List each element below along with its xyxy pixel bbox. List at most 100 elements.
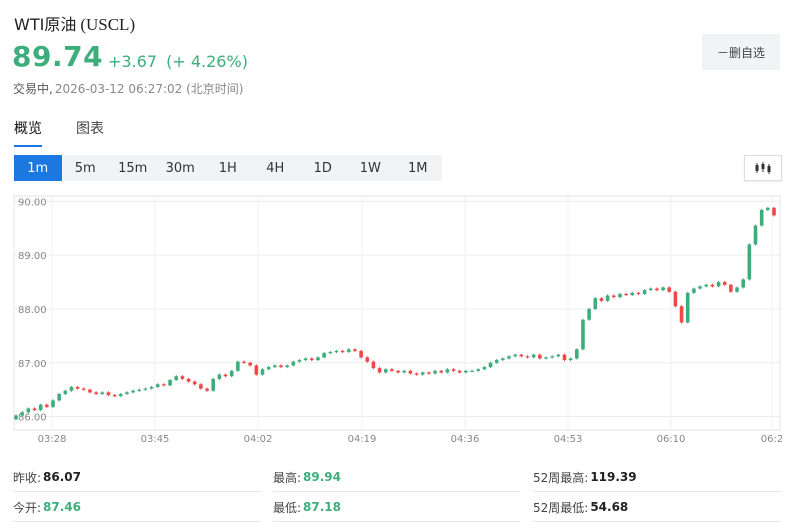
candle-body — [131, 390, 135, 393]
chart-type-button[interactable] — [744, 155, 782, 181]
candle-body — [605, 295, 610, 301]
candle-body — [57, 393, 61, 401]
candle-body — [266, 367, 271, 370]
candle-body — [729, 284, 733, 292]
candle-body — [501, 358, 505, 361]
candle-body — [316, 357, 320, 361]
candle-body — [544, 357, 548, 359]
candle-body — [353, 349, 357, 351]
candle-body — [482, 367, 487, 370]
candle-body — [346, 349, 351, 352]
candle-body — [556, 354, 561, 357]
candle-body — [685, 292, 690, 323]
status-label: 交易中, — [13, 82, 53, 96]
candle-body — [51, 400, 55, 407]
instrument-title: WTI原油 (USCL) — [14, 11, 135, 35]
range-15m[interactable]: 15m — [109, 155, 157, 181]
candle-body — [414, 373, 419, 375]
candle-body — [155, 384, 160, 387]
candle-body — [655, 288, 659, 291]
price-chart[interactable]: 90.0089.0088.0087.0086.0003:28 03:45 04:02… — [0, 190, 800, 450]
candle-body — [81, 388, 86, 390]
candle-body — [519, 354, 524, 357]
plot-frame — [13, 195, 781, 431]
candle-body — [562, 354, 567, 361]
candle-body — [593, 298, 598, 309]
candle-body — [149, 386, 154, 389]
candle-body — [291, 361, 296, 366]
candle-body — [14, 415, 18, 420]
candle-body — [642, 290, 647, 294]
tab-overview[interactable]: 概览 — [14, 118, 42, 147]
candle-body — [310, 358, 314, 361]
candle-body — [279, 365, 283, 368]
range-5m[interactable]: 5m — [62, 155, 110, 181]
candle-body — [753, 225, 758, 245]
candle-body — [112, 395, 117, 397]
y-tick-label: 90.00 — [18, 197, 47, 208]
range-1m[interactable]: 1m — [14, 155, 62, 181]
range-1w[interactable]: 1W — [347, 155, 395, 181]
candle-body — [118, 393, 123, 397]
candle-body — [88, 389, 92, 393]
candle-body — [661, 287, 665, 291]
candle-body — [328, 352, 333, 354]
candle-body — [772, 207, 776, 216]
range-1d[interactable]: 1D — [299, 155, 347, 181]
stat-label: 今开: — [13, 500, 42, 515]
x-tick-label: 03:28 — [38, 434, 67, 445]
range-1h[interactable]: 1H — [204, 155, 252, 181]
candle-body — [396, 370, 400, 373]
candle-body — [457, 370, 462, 373]
candle-body — [75, 386, 80, 389]
remove-watchlist-button[interactable]: －删自选 — [702, 34, 780, 70]
candle-body — [673, 291, 678, 307]
stat-high: 最高: 89.94 — [273, 462, 341, 492]
candle-body — [168, 379, 172, 386]
candle-body — [390, 369, 394, 371]
candle-body — [229, 370, 234, 377]
x-tick-label: 04:19 — [348, 434, 377, 445]
instrument-code: (USCL) — [80, 15, 136, 34]
candle-body — [180, 376, 185, 379]
candle-body — [248, 362, 252, 366]
candle-body — [698, 286, 702, 289]
candle-body — [63, 390, 68, 394]
tab-bar: 概览 图表 — [14, 118, 138, 147]
candle-body — [433, 370, 437, 374]
candle-body — [273, 365, 277, 368]
candle-body — [581, 319, 585, 350]
price-change: +3.67 (+ 4.26%) — [108, 52, 252, 71]
candle-body — [710, 284, 715, 287]
candle-body — [322, 353, 326, 358]
y-tick-label: 87.00 — [18, 359, 47, 370]
candle-body — [574, 349, 579, 359]
candle-body — [359, 350, 363, 358]
candle-body — [38, 404, 43, 411]
candle-body — [538, 354, 542, 359]
candle-body — [186, 378, 191, 382]
candle-body — [402, 370, 407, 373]
candle-body — [624, 293, 628, 296]
tab-chart[interactable]: 图表 — [76, 118, 104, 147]
candle-body — [217, 374, 222, 379]
candle-body — [94, 392, 98, 394]
candle-body — [383, 369, 388, 373]
range-30m[interactable]: 30m — [157, 155, 205, 181]
stat-label: 52周最高: — [533, 470, 589, 485]
range-4h[interactable]: 4H — [252, 155, 300, 181]
range-1mo[interactable]: 1M — [394, 155, 442, 181]
stat-value: 87.46 — [43, 500, 82, 514]
candle-body — [648, 288, 653, 291]
candle-body — [32, 408, 37, 411]
stat-52w-low: 52周最低: 54.68 — [533, 492, 628, 522]
candle-body — [199, 384, 203, 389]
candle-body — [476, 369, 480, 371]
candle-body — [550, 356, 554, 358]
candle-body — [759, 209, 764, 226]
candle-body — [340, 350, 345, 353]
candle-body — [464, 370, 468, 373]
candle-body — [254, 365, 259, 375]
x-tick-label: 04:02 — [244, 434, 273, 445]
stat-low: 最低: 87.18 — [273, 492, 341, 522]
